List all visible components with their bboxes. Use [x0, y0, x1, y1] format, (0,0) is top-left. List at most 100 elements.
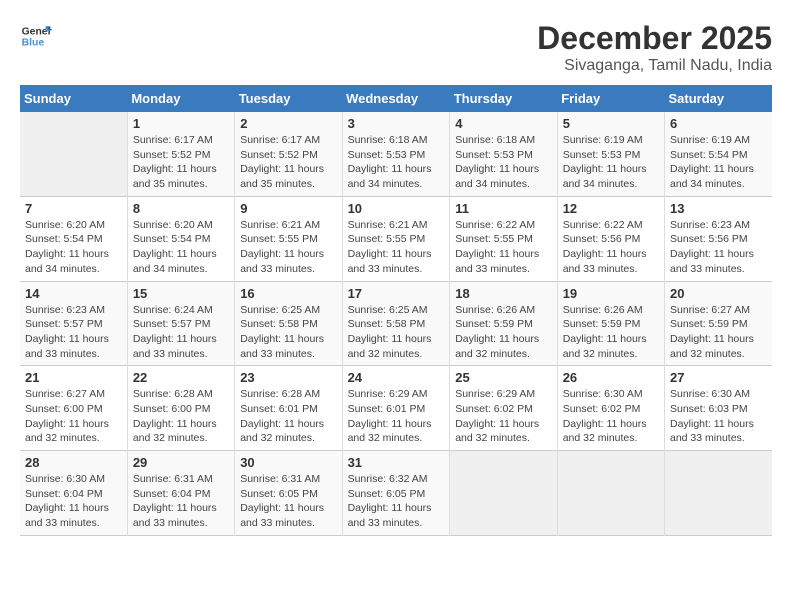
- day-info: Sunrise: 6:22 AMSunset: 5:56 PMDaylight:…: [563, 218, 659, 277]
- page-header: General Blue December 2025 Sivaganga, Ta…: [20, 20, 772, 75]
- table-cell: 5Sunrise: 6:19 AMSunset: 5:53 PMDaylight…: [557, 112, 664, 196]
- day-info: Sunrise: 6:28 AMSunset: 6:00 PMDaylight:…: [133, 387, 229, 446]
- day-number: 29: [133, 455, 229, 470]
- table-cell: 29 Sunrise: 6:31 AMSunset: 6:04 PMDayligh…: [127, 451, 234, 536]
- svg-text:Blue: Blue: [22, 38, 45, 49]
- table-cell: 30 Sunrise: 6:31 AMSunset: 6:05 PMDayligh…: [235, 451, 342, 536]
- table-cell: 17 Sunrise: 6:25 AMSunset: 5:58 PMDayligh…: [342, 281, 450, 366]
- day-info: Sunrise: 6:18 AMSunset: 5:53 PMDaylight:…: [348, 133, 445, 192]
- day-info: Sunrise: 6:23 AMSunset: 5:57 PMDaylight:…: [25, 303, 122, 362]
- day-number: 15: [133, 286, 229, 301]
- table-cell: 23Sunrise: 6:28 AMSunset: 6:01 PMDayligh…: [235, 366, 342, 451]
- header-friday: Friday: [557, 85, 664, 112]
- day-info: Sunrise: 6:27 AMSunset: 6:00 PMDaylight:…: [25, 387, 122, 446]
- table-cell: 15 Sunrise: 6:24 AMSunset: 5:57 PMDayligh…: [127, 281, 234, 366]
- day-number: 26: [563, 370, 659, 385]
- day-info: Sunrise: 6:24 AMSunset: 5:57 PMDaylight:…: [133, 303, 229, 362]
- table-cell: 21Sunrise: 6:27 AMSunset: 6:00 PMDayligh…: [20, 366, 127, 451]
- day-info: Sunrise: 6:22 AMSunset: 5:55 PMDaylight:…: [455, 218, 551, 277]
- day-info: Sunrise: 6:32 AMSunset: 6:05 PMDaylight:…: [348, 472, 445, 531]
- day-number: 23: [240, 370, 336, 385]
- day-info: Sunrise: 6:17 AMSunset: 5:52 PMDaylight:…: [133, 133, 229, 192]
- day-info: Sunrise: 6:29 AMSunset: 6:02 PMDaylight:…: [455, 387, 551, 446]
- day-number: 14: [25, 286, 122, 301]
- day-number: 28: [25, 455, 122, 470]
- day-info: Sunrise: 6:19 AMSunset: 5:54 PMDaylight:…: [670, 133, 767, 192]
- table-cell: 19 Sunrise: 6:26 AMSunset: 5:59 PMDayligh…: [557, 281, 664, 366]
- day-info: Sunrise: 6:30 AMSunset: 6:03 PMDaylight:…: [670, 387, 767, 446]
- day-number: 22: [133, 370, 229, 385]
- day-number: 3: [348, 116, 445, 131]
- week-row-5: 28Sunrise: 6:30 AMSunset: 6:04 PMDayligh…: [20, 451, 772, 536]
- day-number: 1: [133, 116, 229, 131]
- table-cell: 20Sunrise: 6:27 AMSunset: 5:59 PMDayligh…: [665, 281, 773, 366]
- table-cell: 2Sunrise: 6:17 AMSunset: 5:52 PMDaylight…: [235, 112, 342, 196]
- header-sunday: Sunday: [20, 85, 127, 112]
- table-cell: 18 Sunrise: 6:26 AMSunset: 5:59 PMDayligh…: [450, 281, 557, 366]
- table-cell: 22 Sunrise: 6:28 AMSunset: 6:00 PMDayligh…: [127, 366, 234, 451]
- week-row-4: 21Sunrise: 6:27 AMSunset: 6:00 PMDayligh…: [20, 366, 772, 451]
- header-tuesday: Tuesday: [235, 85, 342, 112]
- day-info: Sunrise: 6:23 AMSunset: 5:56 PMDaylight:…: [670, 218, 767, 277]
- day-info: Sunrise: 6:31 AMSunset: 6:04 PMDaylight:…: [133, 472, 229, 531]
- table-cell: 12Sunrise: 6:22 AMSunset: 5:56 PMDayligh…: [557, 196, 664, 281]
- table-cell: [450, 451, 557, 536]
- day-number: 6: [670, 116, 767, 131]
- day-number: 18: [455, 286, 551, 301]
- table-cell: 4 Sunrise: 6:18 AMSunset: 5:53 PMDaylight…: [450, 112, 557, 196]
- table-cell: 27 Sunrise: 6:30 AMSunset: 6:03 PMDayligh…: [665, 366, 773, 451]
- header-wednesday: Wednesday: [342, 85, 450, 112]
- table-cell: 7 Sunrise: 6:20 AMSunset: 5:54 PMDaylight…: [20, 196, 127, 281]
- table-cell: 16Sunrise: 6:25 AMSunset: 5:58 PMDayligh…: [235, 281, 342, 366]
- day-number: 25: [455, 370, 551, 385]
- table-cell: [557, 451, 664, 536]
- day-info: Sunrise: 6:18 AMSunset: 5:53 PMDaylight:…: [455, 133, 551, 192]
- table-cell: 9 Sunrise: 6:21 AMSunset: 5:55 PMDaylight…: [235, 196, 342, 281]
- day-info: Sunrise: 6:26 AMSunset: 5:59 PMDaylight:…: [455, 303, 551, 362]
- table-cell: 25 Sunrise: 6:29 AMSunset: 6:02 PMDayligh…: [450, 366, 557, 451]
- table-cell: 28Sunrise: 6:30 AMSunset: 6:04 PMDayligh…: [20, 451, 127, 536]
- table-cell: 6 Sunrise: 6:19 AMSunset: 5:54 PMDaylight…: [665, 112, 773, 196]
- day-info: Sunrise: 6:26 AMSunset: 5:59 PMDaylight:…: [563, 303, 659, 362]
- day-info: Sunrise: 6:19 AMSunset: 5:53 PMDaylight:…: [563, 133, 659, 192]
- day-info: Sunrise: 6:20 AMSunset: 5:54 PMDaylight:…: [25, 218, 122, 277]
- table-cell: 3 Sunrise: 6:18 AMSunset: 5:53 PMDaylight…: [342, 112, 450, 196]
- day-number: 24: [348, 370, 445, 385]
- day-number: 2: [240, 116, 336, 131]
- day-info: Sunrise: 6:20 AMSunset: 5:54 PMDaylight:…: [133, 218, 229, 277]
- logo-icon: General Blue: [20, 20, 52, 52]
- table-cell: 14 Sunrise: 6:23 AMSunset: 5:57 PMDayligh…: [20, 281, 127, 366]
- day-info: Sunrise: 6:25 AMSunset: 5:58 PMDaylight:…: [240, 303, 336, 362]
- table-cell: [665, 451, 773, 536]
- day-number: 27: [670, 370, 767, 385]
- day-number: 19: [563, 286, 659, 301]
- day-info: Sunrise: 6:31 AMSunset: 6:05 PMDaylight:…: [240, 472, 336, 531]
- header-thursday: Thursday: [450, 85, 557, 112]
- day-info: Sunrise: 6:21 AMSunset: 5:55 PMDaylight:…: [240, 218, 336, 277]
- table-cell: [20, 112, 127, 196]
- day-info: Sunrise: 6:27 AMSunset: 5:59 PMDaylight:…: [670, 303, 767, 362]
- day-info: Sunrise: 6:29 AMSunset: 6:01 PMDaylight:…: [348, 387, 445, 446]
- day-number: 7: [25, 201, 122, 216]
- day-number: 13: [670, 201, 767, 216]
- table-cell: 31 Sunrise: 6:32 AMSunset: 6:05 PMDayligh…: [342, 451, 450, 536]
- day-number: 31: [348, 455, 445, 470]
- day-number: 9: [240, 201, 336, 216]
- table-cell: 11Sunrise: 6:22 AMSunset: 5:55 PMDayligh…: [450, 196, 557, 281]
- day-number: 4: [455, 116, 551, 131]
- week-row-1: 1 Sunrise: 6:17 AMSunset: 5:52 PMDaylight…: [20, 112, 772, 196]
- day-number: 30: [240, 455, 336, 470]
- location-subtitle: Sivaganga, Tamil Nadu, India: [537, 57, 772, 75]
- header-monday: Monday: [127, 85, 234, 112]
- day-number: 17: [348, 286, 445, 301]
- day-info: Sunrise: 6:25 AMSunset: 5:58 PMDaylight:…: [348, 303, 445, 362]
- table-cell: 13 Sunrise: 6:23 AMSunset: 5:56 PMDayligh…: [665, 196, 773, 281]
- day-number: 8: [133, 201, 229, 216]
- table-cell: 24 Sunrise: 6:29 AMSunset: 6:01 PMDayligh…: [342, 366, 450, 451]
- table-cell: 8 Sunrise: 6:20 AMSunset: 5:54 PMDaylight…: [127, 196, 234, 281]
- day-info: Sunrise: 6:21 AMSunset: 5:55 PMDaylight:…: [348, 218, 445, 277]
- day-info: Sunrise: 6:30 AMSunset: 6:02 PMDaylight:…: [563, 387, 659, 446]
- table-cell: 10 Sunrise: 6:21 AMSunset: 5:55 PMDayligh…: [342, 196, 450, 281]
- table-cell: 26 Sunrise: 6:30 AMSunset: 6:02 PMDayligh…: [557, 366, 664, 451]
- day-number: 10: [348, 201, 445, 216]
